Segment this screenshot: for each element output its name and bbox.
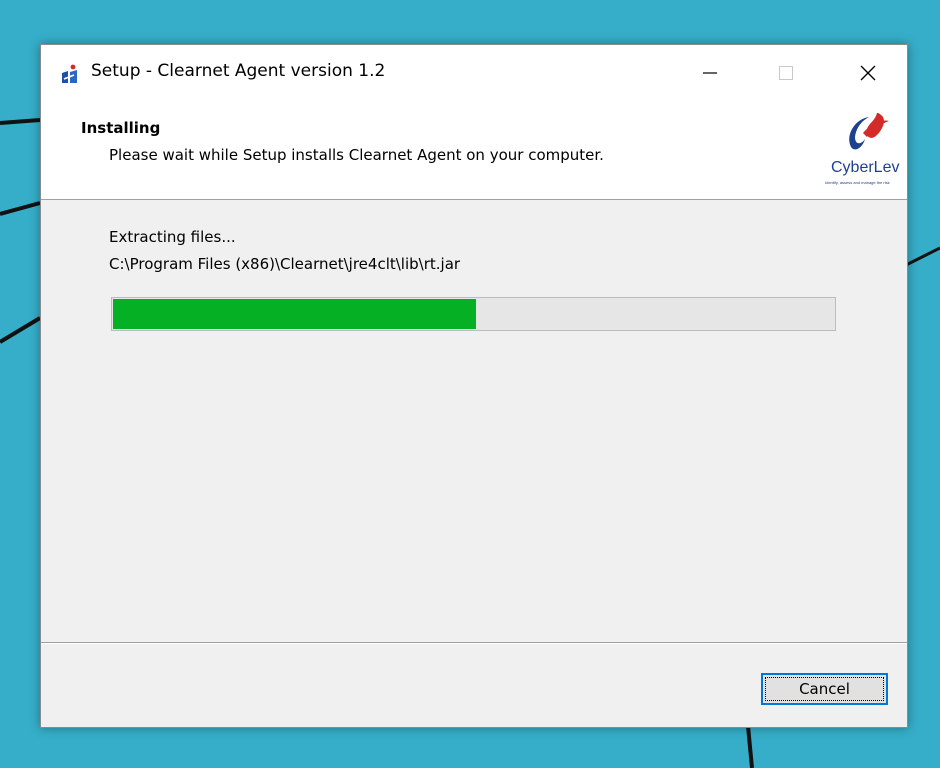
setup-app-icon <box>62 64 77 83</box>
window-title: Setup - Clearnet Agent version 1.2 <box>91 61 386 81</box>
footer-divider <box>41 642 907 644</box>
maximize-icon <box>779 66 793 80</box>
title-bar[interactable]: Setup - Clearnet Agent version 1.2 <box>41 45 907 101</box>
cyberlev-logo: CyberLev Identify, assess and manage the… <box>811 107 907 193</box>
page-title: Installing <box>81 119 161 137</box>
close-button[interactable] <box>837 45 899 101</box>
cancel-button[interactable]: Cancel <box>761 673 888 705</box>
status-action: Extracting files... <box>109 228 236 246</box>
focus-ring <box>765 677 884 701</box>
logo-tagline: Identify, assess and manage the risk <box>825 180 890 185</box>
cyberlev-logo-icon <box>849 113 889 150</box>
wizard-header: Installing Please wait while Setup insta… <box>41 101 907 200</box>
progress-fill <box>113 299 477 329</box>
install-progress-bar <box>111 297 836 331</box>
minimize-button[interactable] <box>679 45 741 101</box>
maximize-button[interactable] <box>755 45 817 101</box>
desktop-background: Setup - Clearnet Agent version 1.2 Insta… <box>0 0 940 768</box>
status-file-path: C:\Program Files (x86)\Clearnet\jre4clt\… <box>109 255 461 273</box>
page-subtitle: Please wait while Setup installs Clearne… <box>109 146 604 164</box>
close-icon <box>860 65 876 81</box>
logo-name: CyberLev <box>831 159 900 176</box>
minimize-icon <box>703 72 717 74</box>
setup-window: Setup - Clearnet Agent version 1.2 Insta… <box>40 44 908 728</box>
